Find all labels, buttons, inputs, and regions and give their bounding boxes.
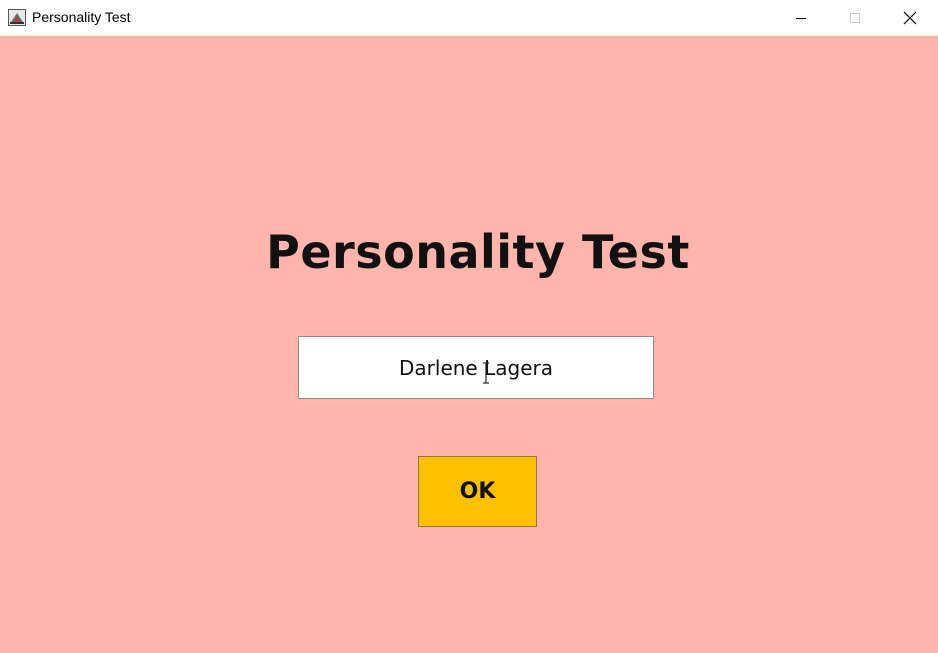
minimize-button[interactable]	[774, 0, 828, 35]
java-app-icon	[8, 9, 26, 26]
window-title: Personality Test	[32, 9, 131, 25]
main-panel: Personality Test OK	[0, 36, 938, 653]
minimize-icon	[796, 17, 806, 19]
title-bar[interactable]: Personality Test	[0, 0, 938, 36]
ok-button[interactable]: OK	[418, 456, 537, 527]
maximize-button[interactable]	[828, 0, 882, 35]
close-button[interactable]	[883, 0, 937, 35]
app-window: Personality Test Personality Test OK	[0, 0, 938, 653]
close-icon	[903, 11, 917, 24]
maximize-icon	[850, 12, 860, 23]
name-input[interactable]	[298, 336, 654, 399]
page-title: Personality Test	[266, 225, 690, 279]
